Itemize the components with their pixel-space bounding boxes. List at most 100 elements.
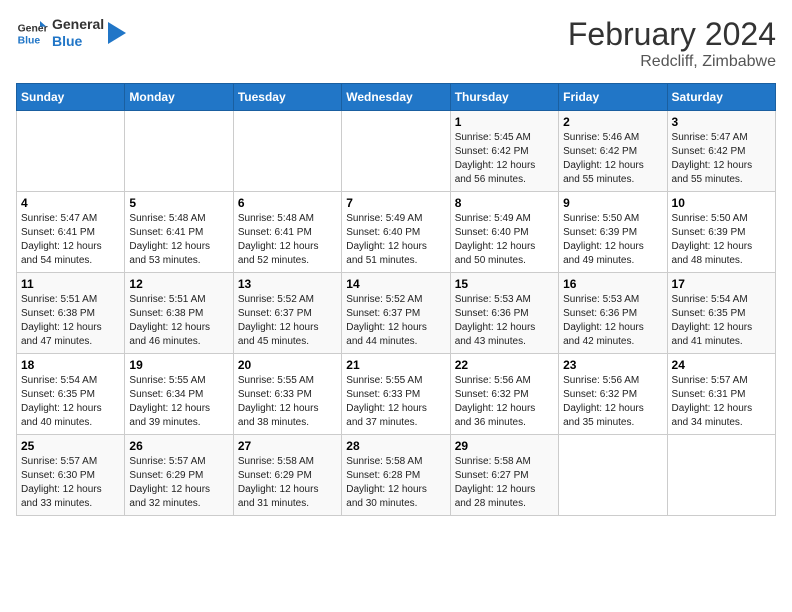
day-info: Sunrise: 5:52 AM Sunset: 6:37 PM Dayligh… (346, 293, 445, 349)
calendar-cell: 21 Sunrise: 5:55 AM Sunset: 6:33 PM Dayli… (342, 354, 450, 435)
day-info: Sunrise: 5:47 AM Sunset: 6:41 PM Dayligh… (21, 212, 120, 268)
logo: General Blue General Blue General Blue (16, 16, 126, 50)
calendar-cell: 19 Sunrise: 5:55 AM Sunset: 6:34 PM Dayli… (125, 354, 233, 435)
day-of-week-header: Monday (125, 84, 233, 111)
calendar-cell: 1 Sunrise: 5:45 AM Sunset: 6:42 PM Daylig… (450, 111, 558, 192)
calendar-cell: 4 Sunrise: 5:47 AM Sunset: 6:41 PM Daylig… (17, 192, 125, 273)
logo-blue: Blue (52, 33, 104, 50)
day-info: Sunrise: 5:45 AM Sunset: 6:42 PM Dayligh… (455, 131, 554, 187)
logo-arrow-icon (108, 22, 126, 44)
day-info: Sunrise: 5:54 AM Sunset: 6:35 PM Dayligh… (21, 374, 120, 430)
day-number: 3 (672, 115, 771, 129)
day-info: Sunrise: 5:58 AM Sunset: 6:28 PM Dayligh… (346, 455, 445, 511)
calendar-cell: 27 Sunrise: 5:58 AM Sunset: 6:29 PM Dayli… (233, 435, 341, 516)
day-number: 22 (455, 358, 554, 372)
calendar-week-row: 4 Sunrise: 5:47 AM Sunset: 6:41 PM Daylig… (17, 192, 776, 273)
day-info: Sunrise: 5:46 AM Sunset: 6:42 PM Dayligh… (563, 131, 662, 187)
calendar-week-row: 18 Sunrise: 5:54 AM Sunset: 6:35 PM Dayli… (17, 354, 776, 435)
day-of-week-header: Friday (559, 84, 667, 111)
day-number: 8 (455, 196, 554, 210)
day-number: 18 (21, 358, 120, 372)
day-number: 9 (563, 196, 662, 210)
calendar-cell: 22 Sunrise: 5:56 AM Sunset: 6:32 PM Dayli… (450, 354, 558, 435)
day-info: Sunrise: 5:54 AM Sunset: 6:35 PM Dayligh… (672, 293, 771, 349)
day-number: 2 (563, 115, 662, 129)
calendar-cell: 11Sunrise: 5:51 AM Sunset: 6:38 PM Dayli… (17, 273, 125, 354)
page-header: General Blue General Blue General Blue F… (16, 16, 776, 71)
day-info: Sunrise: 5:57 AM Sunset: 6:30 PM Dayligh… (21, 455, 120, 511)
day-number: 25 (21, 439, 120, 453)
day-info: Sunrise: 5:53 AM Sunset: 6:36 PM Dayligh… (563, 293, 662, 349)
calendar-cell (17, 111, 125, 192)
calendar-cell: 6Sunrise: 5:48 AM Sunset: 6:41 PM Daylig… (233, 192, 341, 273)
calendar-cell: 16 Sunrise: 5:53 AM Sunset: 6:36 PM Dayli… (559, 273, 667, 354)
day-info: Sunrise: 5:57 AM Sunset: 6:31 PM Dayligh… (672, 374, 771, 430)
day-info: Sunrise: 5:48 AM Sunset: 6:41 PM Dayligh… (238, 212, 337, 268)
day-info: Sunrise: 5:57 AM Sunset: 6:29 PM Dayligh… (129, 455, 228, 511)
day-info: Sunrise: 5:58 AM Sunset: 6:27 PM Dayligh… (455, 455, 554, 511)
day-of-week-header: Saturday (667, 84, 775, 111)
day-info: Sunrise: 5:48 AM Sunset: 6:41 PM Dayligh… (129, 212, 228, 268)
day-number: 19 (129, 358, 228, 372)
calendar-cell (667, 435, 775, 516)
day-info: Sunrise: 5:58 AM Sunset: 6:29 PM Dayligh… (238, 455, 337, 511)
day-number: 24 (672, 358, 771, 372)
day-number: 11 (21, 277, 120, 291)
calendar-cell: 13Sunrise: 5:52 AM Sunset: 6:37 PM Dayli… (233, 273, 341, 354)
day-number: 20 (238, 358, 337, 372)
calendar-cell: 8Sunrise: 5:49 AM Sunset: 6:40 PM Daylig… (450, 192, 558, 273)
calendar-cell (233, 111, 341, 192)
calendar-cell: 5 Sunrise: 5:48 AM Sunset: 6:41 PM Daylig… (125, 192, 233, 273)
calendar-cell (559, 435, 667, 516)
day-info: Sunrise: 5:56 AM Sunset: 6:32 PM Dayligh… (455, 374, 554, 430)
calendar-cell: 25 Sunrise: 5:57 AM Sunset: 6:30 PM Dayli… (17, 435, 125, 516)
calendar-cell: 2 Sunrise: 5:46 AM Sunset: 6:42 PM Daylig… (559, 111, 667, 192)
day-number: 12 (129, 277, 228, 291)
calendar-cell: 26Sunrise: 5:57 AM Sunset: 6:29 PM Dayli… (125, 435, 233, 516)
calendar-cell: 12 Sunrise: 5:51 AM Sunset: 6:38 PM Dayli… (125, 273, 233, 354)
calendar-cell: 14 Sunrise: 5:52 AM Sunset: 6:37 PM Dayli… (342, 273, 450, 354)
day-info: Sunrise: 5:50 AM Sunset: 6:39 PM Dayligh… (672, 212, 771, 268)
day-number: 4 (21, 196, 120, 210)
calendar-cell (342, 111, 450, 192)
day-info: Sunrise: 5:50 AM Sunset: 6:39 PM Dayligh… (563, 212, 662, 268)
day-info: Sunrise: 5:53 AM Sunset: 6:36 PM Dayligh… (455, 293, 554, 349)
day-number: 5 (129, 196, 228, 210)
day-of-week-header: Wednesday (342, 84, 450, 111)
day-number: 7 (346, 196, 445, 210)
day-info: Sunrise: 5:56 AM Sunset: 6:32 PM Dayligh… (563, 374, 662, 430)
day-info: Sunrise: 5:52 AM Sunset: 6:37 PM Dayligh… (238, 293, 337, 349)
location-label: Redcliff, Zimbabwe (568, 53, 776, 71)
day-info: Sunrise: 5:51 AM Sunset: 6:38 PM Dayligh… (129, 293, 228, 349)
calendar-cell: 28 Sunrise: 5:58 AM Sunset: 6:28 PM Dayli… (342, 435, 450, 516)
day-of-week-header: Tuesday (233, 84, 341, 111)
calendar-table: SundayMondayTuesdayWednesdayThursdayFrid… (16, 83, 776, 516)
calendar-header-row: SundayMondayTuesdayWednesdayThursdayFrid… (17, 84, 776, 111)
day-number: 21 (346, 358, 445, 372)
calendar-cell: 20 Sunrise: 5:55 AM Sunset: 6:33 PM Dayli… (233, 354, 341, 435)
calendar-cell: 24 Sunrise: 5:57 AM Sunset: 6:31 PM Dayli… (667, 354, 775, 435)
day-number: 16 (563, 277, 662, 291)
day-number: 27 (238, 439, 337, 453)
day-info: Sunrise: 5:49 AM Sunset: 6:40 PM Dayligh… (346, 212, 445, 268)
calendar-week-row: 25 Sunrise: 5:57 AM Sunset: 6:30 PM Dayli… (17, 435, 776, 516)
day-number: 29 (455, 439, 554, 453)
month-year-label: February 2024 (568, 16, 776, 53)
day-number: 28 (346, 439, 445, 453)
day-number: 23 (563, 358, 662, 372)
day-number: 17 (672, 277, 771, 291)
day-of-week-header: Thursday (450, 84, 558, 111)
calendar-title-block: February 2024 Redcliff, Zimbabwe (568, 16, 776, 71)
calendar-cell: 29 Sunrise: 5:58 AM Sunset: 6:27 PM Dayli… (450, 435, 558, 516)
day-number: 15 (455, 277, 554, 291)
calendar-cell: 3Sunrise: 5:47 AM Sunset: 6:42 PM Daylig… (667, 111, 775, 192)
day-info: Sunrise: 5:55 AM Sunset: 6:33 PM Dayligh… (346, 374, 445, 430)
day-info: Sunrise: 5:55 AM Sunset: 6:33 PM Dayligh… (238, 374, 337, 430)
logo-general: General (52, 16, 104, 33)
day-number: 1 (455, 115, 554, 129)
day-number: 14 (346, 277, 445, 291)
calendar-week-row: 1 Sunrise: 5:45 AM Sunset: 6:42 PM Daylig… (17, 111, 776, 192)
calendar-cell: 18 Sunrise: 5:54 AM Sunset: 6:35 PM Dayli… (17, 354, 125, 435)
calendar-cell: 7 Sunrise: 5:49 AM Sunset: 6:40 PM Daylig… (342, 192, 450, 273)
day-info: Sunrise: 5:55 AM Sunset: 6:34 PM Dayligh… (129, 374, 228, 430)
